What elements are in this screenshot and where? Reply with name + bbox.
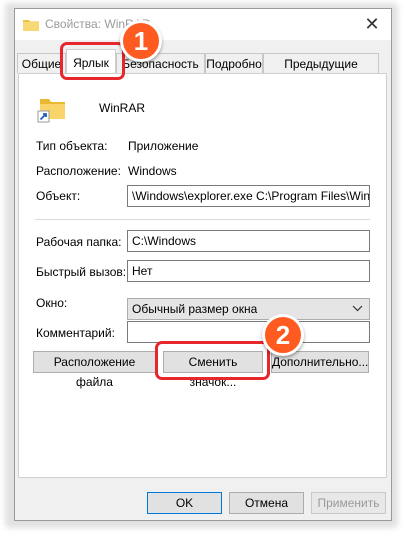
close-icon[interactable]: ✕ bbox=[357, 11, 387, 38]
type-value: Приложение bbox=[128, 139, 199, 153]
step-2-badge: 2 bbox=[262, 314, 304, 356]
cancel-button[interactable]: Отмена bbox=[229, 492, 304, 514]
window-label: Окно: bbox=[36, 296, 68, 310]
tab-previous-versions[interactable]: Предыдущие версии bbox=[263, 53, 379, 91]
tab-strip: Общие Ярлык Безопасность Подробно Предыд… bbox=[17, 49, 389, 91]
workdir-input[interactable]: C:\Windows bbox=[127, 230, 370, 252]
type-label: Тип объекта: bbox=[36, 139, 108, 153]
hotkey-input[interactable]: Нет bbox=[127, 260, 370, 282]
tab-details[interactable]: Подробно bbox=[205, 53, 263, 73]
comment-label: Комментарий: bbox=[36, 326, 115, 340]
target-input[interactable]: \Windows\explorer.exe C:\Program Files\W… bbox=[127, 185, 370, 207]
location-label: Расположение: bbox=[36, 164, 121, 178]
folder-shortcut-icon bbox=[37, 99, 65, 123]
divider bbox=[35, 219, 370, 220]
title-bar: Свойства: WinRAR ✕ bbox=[15, 9, 391, 40]
window-mode-select[interactable]: Обычный размер окна bbox=[127, 298, 370, 320]
target-label: Объект: bbox=[36, 189, 81, 203]
folder-icon bbox=[23, 20, 39, 31]
tab-shortcut[interactable]: Ярлык bbox=[66, 49, 116, 74]
step-1-badge: 1 bbox=[120, 20, 162, 62]
properties-dialog: Свойства: WinRAR ✕ Общие Ярлык Безопасно… bbox=[14, 8, 392, 521]
app-name: WinRAR bbox=[99, 101, 146, 115]
window-mode-value: Обычный размер окна bbox=[132, 302, 258, 316]
ok-button[interactable]: OK bbox=[147, 492, 222, 514]
chevron-down-icon bbox=[352, 301, 363, 318]
file-location-button[interactable]: Расположение файла bbox=[33, 351, 156, 389]
hotkey-label: Быстрый вызов: bbox=[36, 265, 127, 279]
change-icon-button[interactable]: Сменить значок... bbox=[163, 351, 263, 389]
tab-general[interactable]: Общие bbox=[17, 53, 66, 73]
comment-input[interactable] bbox=[127, 321, 370, 343]
workdir-label: Рабочая папка: bbox=[36, 235, 122, 249]
location-value: Windows bbox=[128, 164, 177, 178]
apply-button[interactable]: Применить bbox=[311, 492, 386, 514]
